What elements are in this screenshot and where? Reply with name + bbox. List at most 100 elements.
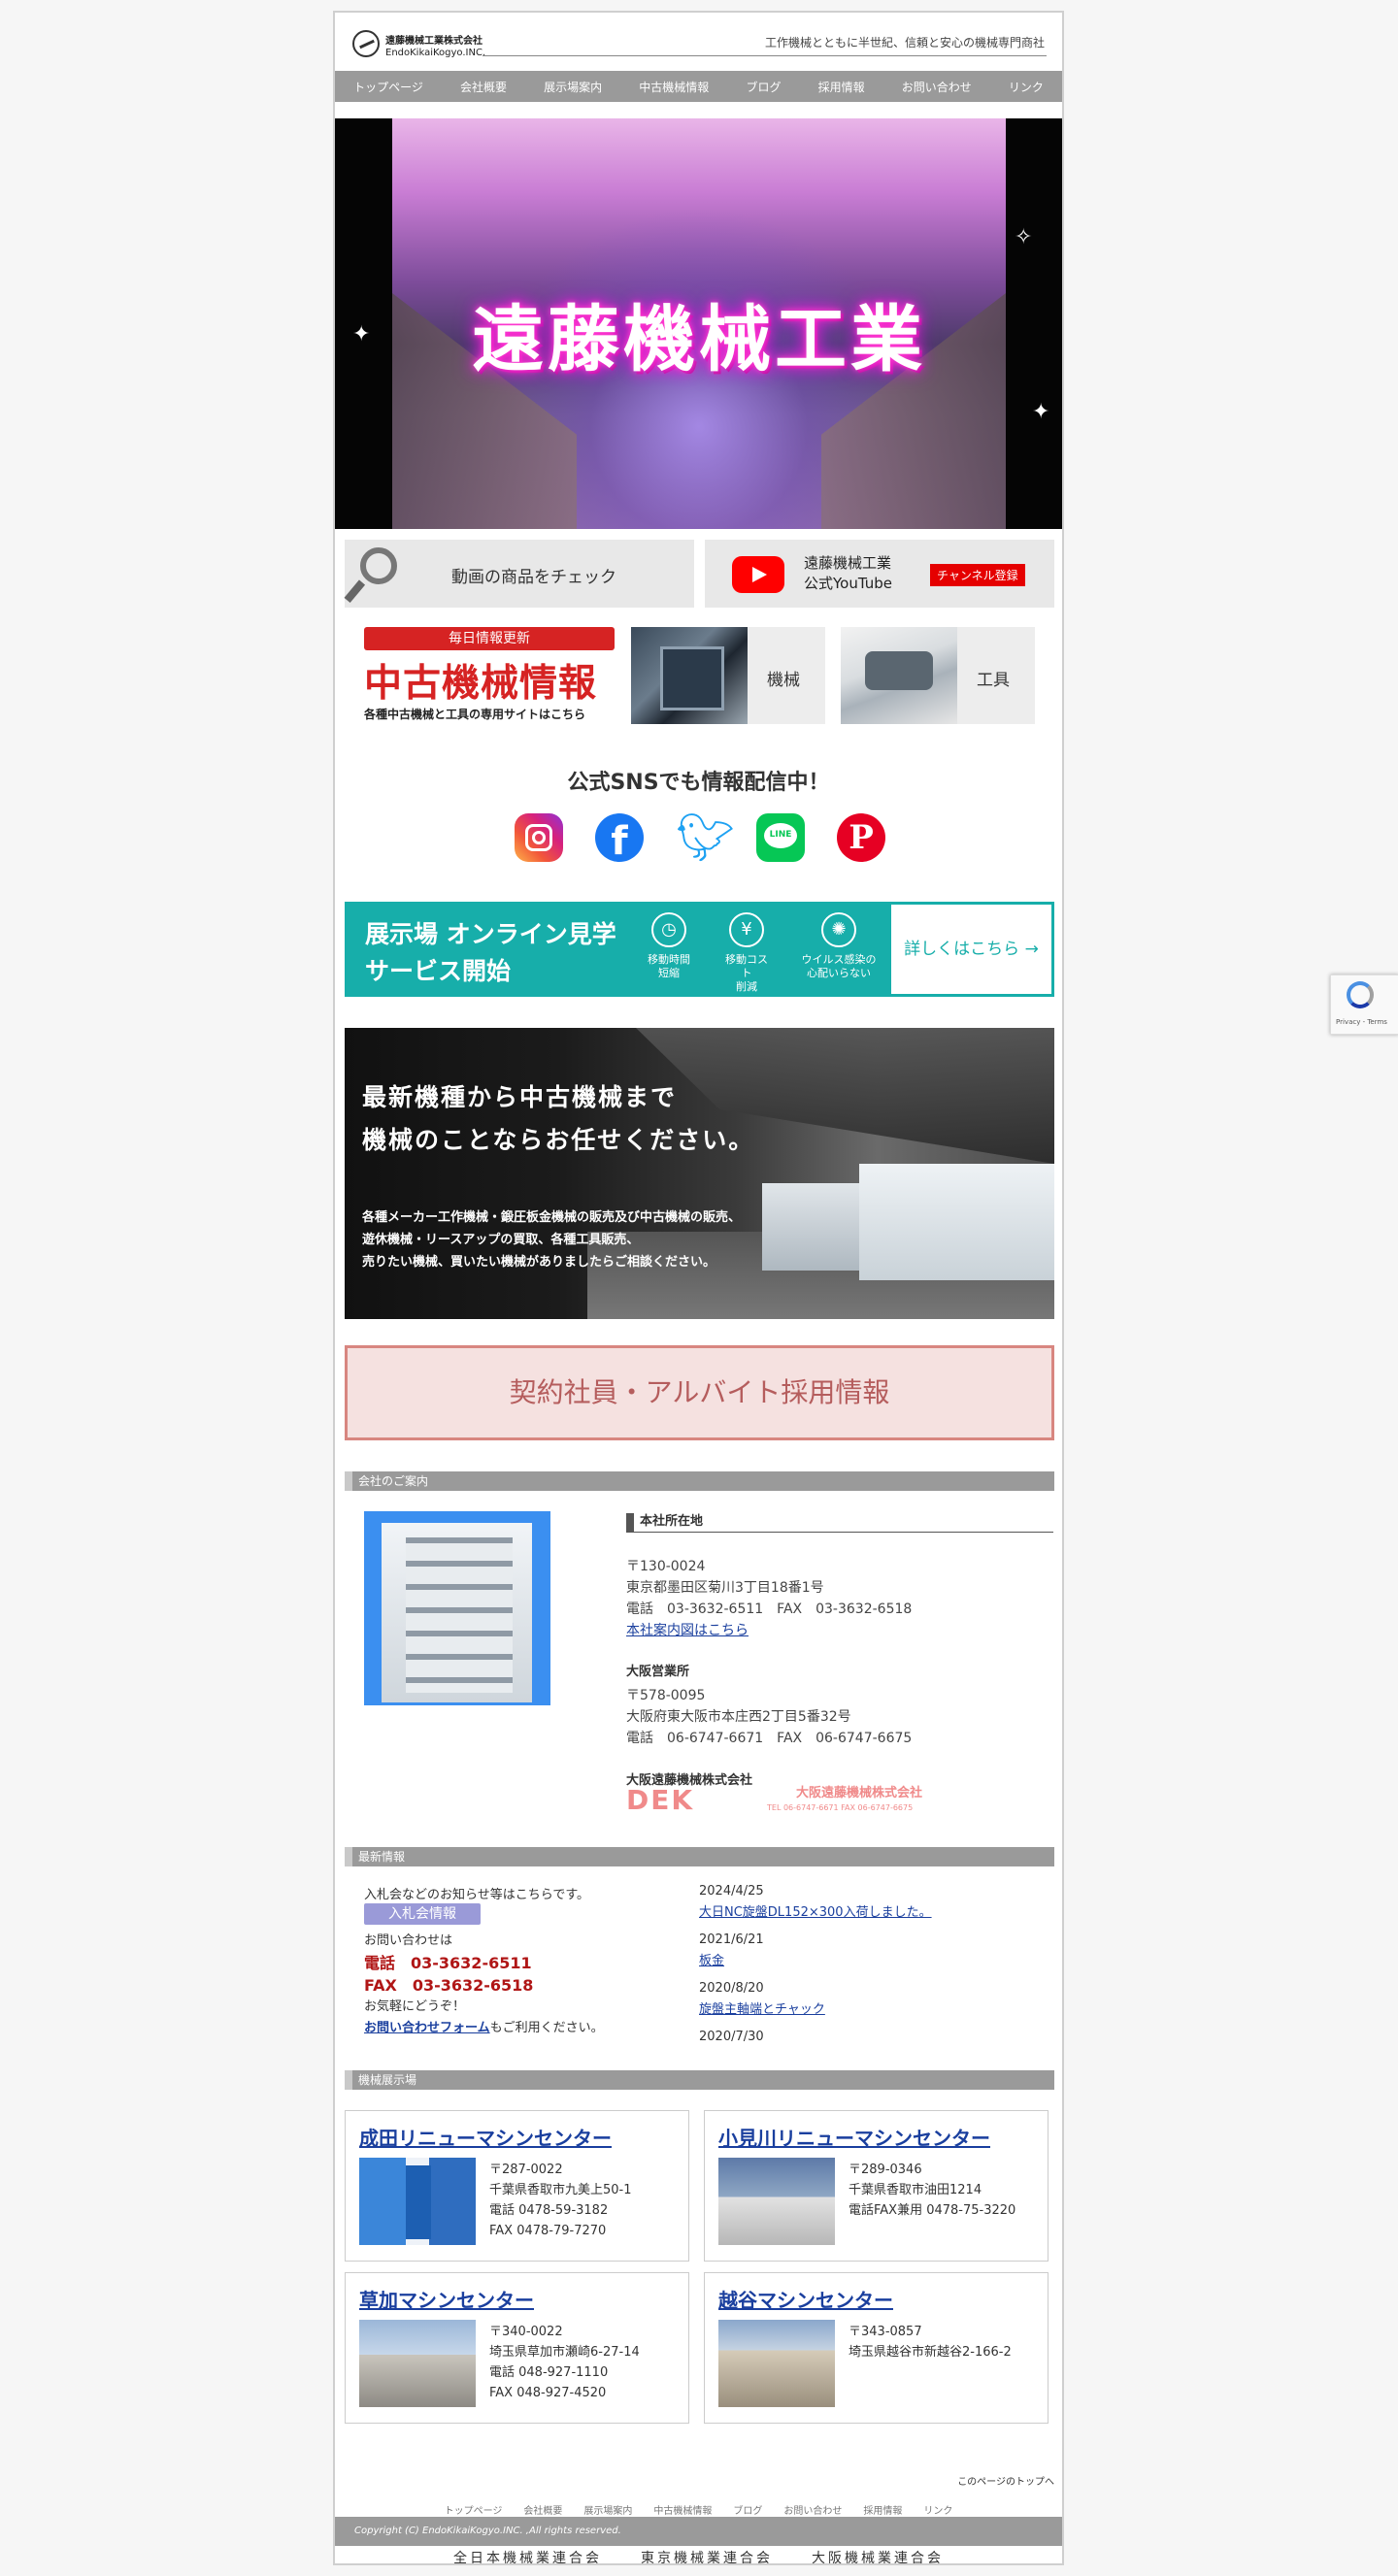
section-header-showrooms: 機械展示場 [345,2070,1054,2090]
youtube-channel-button[interactable]: 遠藤機械工業 公式YouTube チャンネル登録 [705,540,1054,608]
showroom-address: 〒287-0022 千葉県香取市九美上50-1 電話 0478-59-3182 FAX… [489,2163,632,2238]
nav-item-used-machines[interactable]: 中古機械情報 [639,79,709,95]
machine-category-label: 機械 [767,671,800,690]
pinterest-icon[interactable]: P [837,813,885,862]
nav-item-recruit[interactable]: 採用情報 [818,79,865,95]
logo-mark-icon [352,30,380,57]
contact-phone: 電話 03-3632-6511 [364,1954,532,1972]
sns-links: f 🐦︎ LINE P [515,813,885,866]
news-link[interactable]: 旋盤主軸端とチャック [699,1998,825,2017]
used-machinery-subtitle: 各種中古機械と工具の専用サイトはこちら [364,708,586,721]
tool-category-label: 工具 [977,671,1010,690]
nav-item-showroom[interactable]: 展示場案内 [544,79,602,95]
welcome-text: お気軽にどうぞ！ [364,1999,466,2014]
showroom-name-link[interactable]: 草加マシンセンター [359,2285,534,2313]
showroom-card-omigawa: 小見川リニューマシンセンター 〒289-0346 千葉県香取市油田1214 電話FA… [704,2110,1048,2262]
osaka-endo-logo[interactable]: DEK 大阪遠藤機械株式会社 TEL 06-6747-6671 FAX 06-6… [626,1782,937,1817]
instagram-icon[interactable] [515,813,563,862]
footer-nav-item[interactable]: リンク [923,2502,952,2517]
sparkle-icon: ✦ [1032,400,1050,424]
hq-title: 本社所在地 [626,1513,1053,1533]
showroom-name-link[interactable]: 小見川リニューマシンセンター [718,2123,990,2151]
showroom-card-soka: 草加マシンセンター 〒340-0022 埼玉県草加市瀬崎6-27-14 電話 048… [345,2272,689,2424]
association-link[interactable]: 大阪機械業連合会 [812,2548,944,2563]
hero-image: 遠藤機械工業 [392,118,1006,529]
footer-nav-item[interactable]: 中古機械情報 [653,2502,712,2517]
recaptcha-icon [1347,981,1374,1008]
nav-item-links[interactable]: リンク [1009,79,1044,95]
virus-icon: ✺ ウイルス感染の 心配いらない [800,912,878,980]
footer-nav-item[interactable]: 会社概要 [523,2502,562,2517]
news-link[interactable]: 大日NC旋盤DL152×300入荷しました。 [699,1901,932,1920]
machine-image [631,627,748,724]
showroom-card-koshigaya: 越谷マシンセンター 〒343-0857 埼玉県越谷市新越谷2-166-2 [704,2272,1048,2424]
used-machinery-title[interactable]: 中古機械情報 [364,653,597,708]
hq-map-link[interactable]: 本社案内図はこちら [626,1620,749,1641]
showroom-address: 〒289-0346 千葉県香取市油田1214 電話FAX兼用 0478-75-322… [849,2163,1016,2218]
recruit-link[interactable]: 契約社員・アルバイト採用情報 [348,1348,1051,1437]
showroom-address: 〒343-0857 埼玉県越谷市新越谷2-166-2 [849,2325,1012,2360]
banner-headline: 最新機種から中古機械まで 機械のことならお任せください。 [362,1083,755,1154]
nav-item-contact[interactable]: お問い合わせ [902,79,972,95]
online-showroom-banner[interactable]: 展示場 オンライン見学 サービス開始 ◷ 移動時間 短縮 ¥ 移動コスト 削減 ✺ ウイルス… [345,902,1054,997]
contact-fax: FAX 03-3632-6518 [364,1976,534,1995]
nav-item-company[interactable]: 会社概要 [460,79,507,95]
footer-nav-item[interactable]: 展示場案内 [583,2502,632,2517]
news-date: 2024/4/25 [699,1884,764,1899]
youtube-icon [732,556,784,593]
footer-nav-item[interactable]: トップページ [445,2502,503,2517]
hq-address: 東京都墨田区菊川3丁目18番1号 [626,1580,824,1596]
nav-item-blog[interactable]: ブログ [746,79,781,95]
line-icon[interactable]: LINE [756,813,805,862]
main-nav: トップページ 会社概要 展示場案内 中古機械情報 ブログ 採用情報 お問い合わせ… [335,71,1062,102]
nav-item-top[interactable]: トップページ [353,79,423,95]
video-check-button[interactable]: 動画の商品をチェック [344,540,694,608]
online-showroom-title: 展示場 オンライン見学 サービス開始 [365,920,616,985]
tool-category-card[interactable]: 工具 [841,627,1035,724]
page: 遠藤機械工業株式会社 EndoKikaiKogyo.INC. 工作機械とともに半… [333,11,1064,2565]
footer-nav-item[interactable]: 採用情報 [863,2502,902,2517]
news-date: 2020/7/30 [699,2030,764,2044]
clock-icon: ◷ 移動時間 短縮 [645,912,693,980]
association-link[interactable]: 全日本機械業連合会 [453,2548,602,2563]
header-tagline: 工作機械とともに半世紀、信頼と安心の機械専門商社 [764,36,1045,50]
subscribe-button[interactable]: チャンネル登録 [930,564,1025,586]
news-intro: 入札会などのお知らせ等はこちらです。 [364,1888,590,1902]
magnifier-icon [360,547,397,584]
auction-info-button[interactable]: 入札会情報 [364,1903,481,1925]
contact-form-link[interactable]: お問い合わせフォーム [364,2021,490,2035]
showroom-name-link[interactable]: 成田リニューマシンセンター [359,2123,612,2151]
tool-image [841,627,957,724]
osaka-phone: 電話 06-6747-6671 FAX 06-6747-6675 [626,1731,913,1746]
footer-nav-item[interactable]: ブログ [733,2502,762,2517]
sns-title: 公式SNSでも情報配信中！ [567,771,830,795]
header-divider [483,55,1047,56]
association-link[interactable]: 東京機械業連合会 [641,2548,773,2563]
recaptcha-badge[interactable]: Privacy - Terms [1330,974,1398,1035]
osaka-zip: 〒578-0095 [626,1688,706,1703]
youtube-label: 遠藤機械工業 公式YouTube [804,554,892,592]
facebook-icon[interactable]: f [595,813,644,862]
copyright: Copyright (C) EndoKikaiKogyo.INC. ,All r… [335,2517,1062,2546]
banner-description: 各種メーカー工作機械・鍛圧板金機械の販売及び中古機械の販売、 遊休機械・リースアッ… [362,1210,742,1270]
section-header-news: 最新情報 [345,1847,1054,1866]
logo-company-name: 遠藤機械工業株式会社 [385,36,483,47]
twitter-icon[interactable]: 🐦︎ [676,813,735,862]
association-links: 全日本機械業連合会 東京機械業連合会 大阪機械業連合会 [335,2548,1062,2563]
showroom-photo [359,2158,476,2245]
page-top-link[interactable]: このページのトップへ [957,2473,1054,2488]
online-showroom-details-link[interactable]: 詳しくはこちら → [891,905,1051,994]
showroom-photo [718,2320,835,2407]
osaka-address: 大阪府東大阪市本庄西2丁目5番32号 [626,1709,851,1725]
showroom-photo [359,2320,476,2407]
logo-company-name-en: EndoKikaiKogyo.INC. [385,48,486,58]
site-logo[interactable]: 遠藤機械工業株式会社 EndoKikaiKogyo.INC. [352,26,485,65]
showroom-name-link[interactable]: 越谷マシンセンター [718,2285,893,2313]
daily-update-badge: 毎日情報更新 [364,627,615,650]
news-link[interactable]: 板金 [699,1950,724,1968]
cost-icon: ¥ 移動コスト 削減 [722,912,771,994]
machine-category-card[interactable]: 機械 [631,627,825,724]
hq-zip: 〒130-0024 [626,1559,706,1574]
showroom-photo [718,2158,835,2245]
footer-nav-item[interactable]: お問い合わせ [783,2502,842,2517]
